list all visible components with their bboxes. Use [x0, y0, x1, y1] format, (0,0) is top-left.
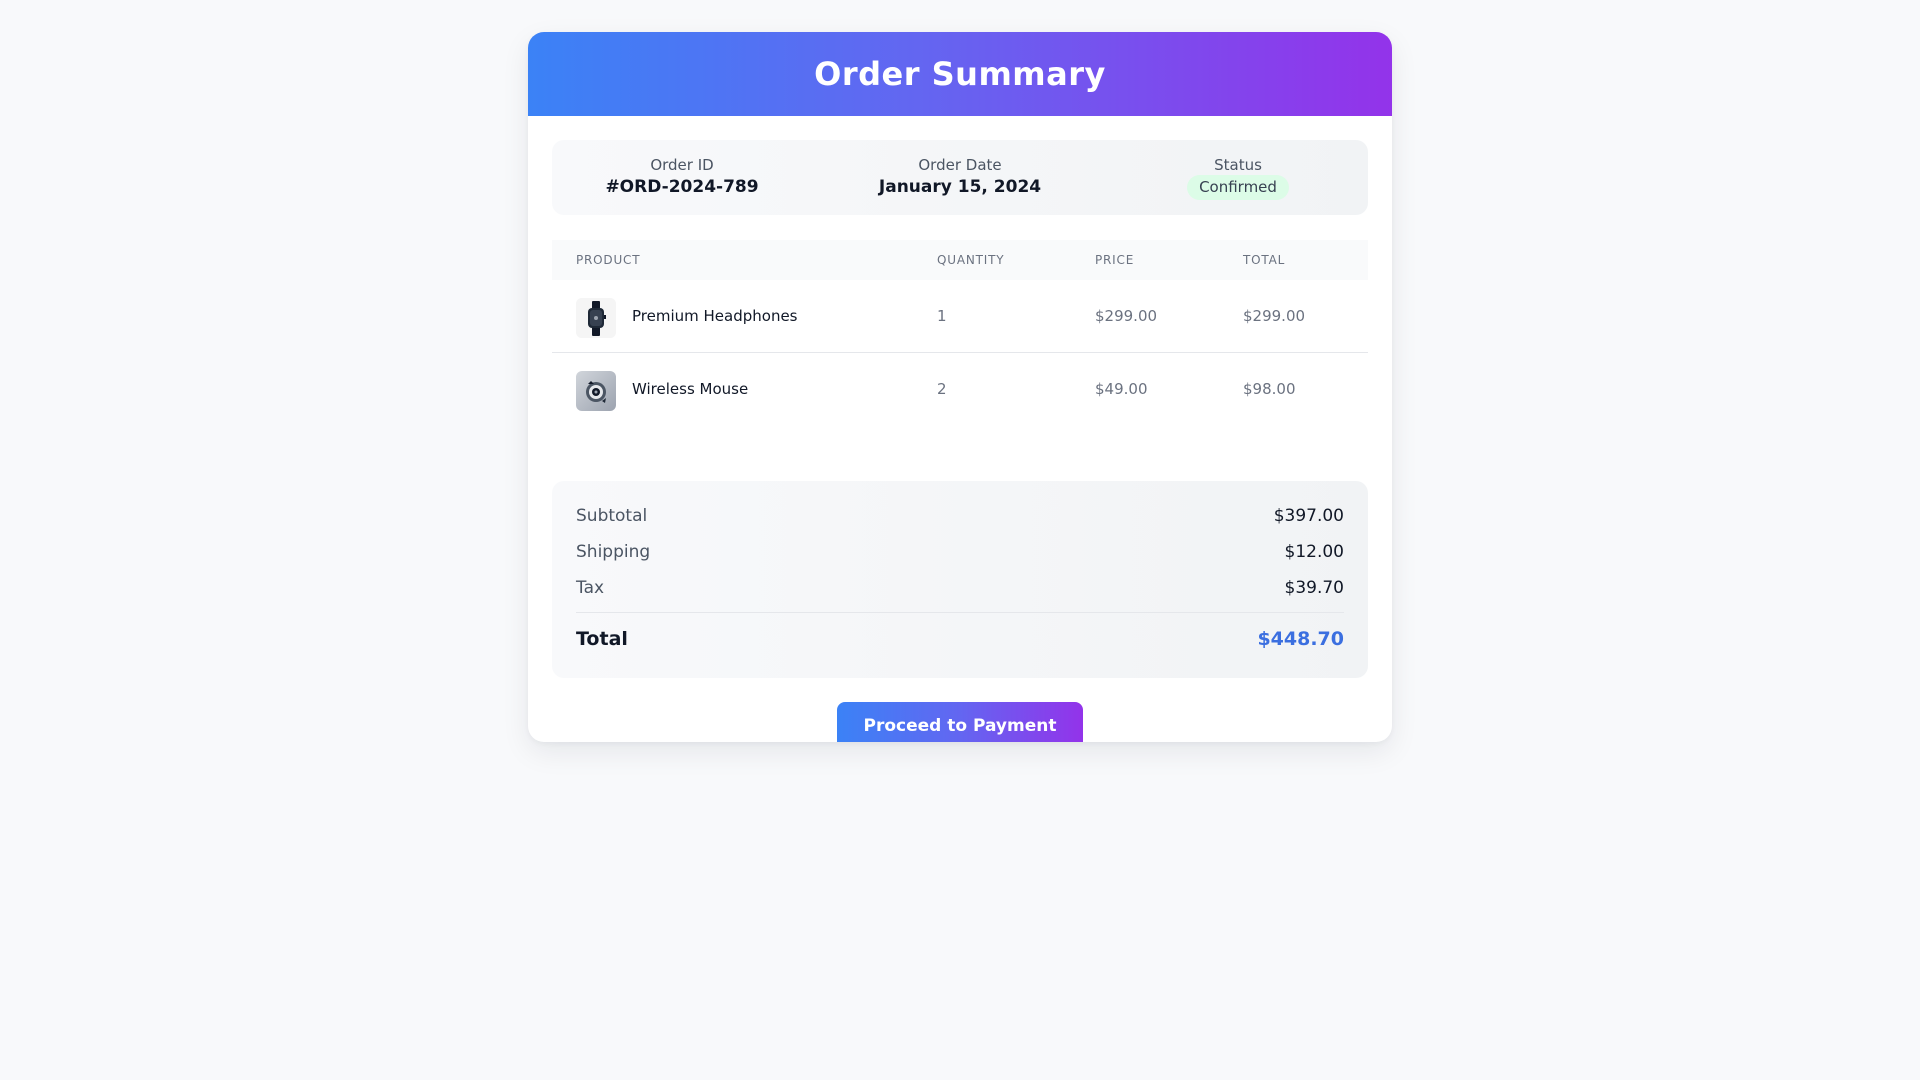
- shipping-line: Shipping $12.00: [576, 540, 1344, 564]
- grand-total-line: Total $448.70: [576, 627, 1344, 651]
- product-name: Wireless Mouse: [632, 380, 749, 398]
- quantity-value: 1: [937, 307, 947, 325]
- camera-lens-icon: [576, 371, 616, 411]
- price-value: $49.00: [1095, 380, 1148, 398]
- order-id-value: #ORD-2024-789: [605, 177, 759, 197]
- card-header: Order Summary: [528, 32, 1392, 116]
- totals-divider: [576, 612, 1344, 613]
- total-value: $448.70: [1257, 628, 1344, 650]
- order-items-table: PRODUCT QUANTITY PRICE TOTAL Premium Hea…: [552, 240, 1368, 425]
- order-date-value: January 15, 2024: [878, 177, 1042, 197]
- shipping-label: Shipping: [576, 542, 651, 562]
- tax-line: Tax $39.70: [576, 576, 1344, 600]
- order-date-label: Order Date: [918, 156, 1002, 174]
- order-summary-card: Order Summary Order ID #ORD-2024-789 Ord…: [528, 32, 1392, 742]
- proceed-to-payment-button[interactable]: Proceed to Payment: [837, 702, 1083, 742]
- product-name: Premium Headphones: [632, 307, 798, 325]
- subtotal-line: Subtotal $397.00: [576, 504, 1344, 528]
- table-header: PRODUCT QUANTITY PRICE TOTAL: [552, 240, 1368, 280]
- shipping-value: $12.00: [1284, 542, 1344, 562]
- total-label: Total: [576, 628, 628, 650]
- order-date-block: Order Date January 15, 2024: [830, 156, 1090, 197]
- column-header-quantity: QUANTITY: [937, 253, 1005, 267]
- totals-panel: Subtotal $397.00 Shipping $12.00 Tax $39…: [552, 481, 1368, 678]
- quantity-value: 2: [937, 380, 947, 398]
- subtotal-value: $397.00: [1273, 506, 1344, 526]
- table-row: Wireless Mouse 2 $49.00 $98.00: [552, 353, 1368, 425]
- price-value: $299.00: [1095, 307, 1158, 325]
- order-id-block: Order ID #ORD-2024-789: [552, 156, 812, 197]
- tax-label: Tax: [576, 578, 605, 598]
- line-total-value: $98.00: [1243, 380, 1296, 398]
- status-label: Status: [1214, 156, 1262, 174]
- table-row: Premium Headphones 1 $299.00 $299.00: [552, 280, 1368, 353]
- status-block: Status Confirmed: [1108, 156, 1368, 200]
- tax-value: $39.70: [1284, 578, 1344, 598]
- column-header-total: TOTAL: [1243, 253, 1286, 267]
- page-title: Order Summary: [814, 55, 1106, 93]
- subtotal-label: Subtotal: [576, 506, 648, 526]
- order-id-label: Order ID: [650, 156, 714, 174]
- smartwatch-icon: [576, 298, 616, 338]
- line-total-value: $299.00: [1243, 307, 1306, 325]
- column-header-product: PRODUCT: [576, 253, 641, 267]
- column-header-price: PRICE: [1095, 253, 1135, 267]
- order-info-panel: Order ID #ORD-2024-789 Order Date Januar…: [552, 140, 1368, 215]
- status-badge: Confirmed: [1187, 175, 1289, 200]
